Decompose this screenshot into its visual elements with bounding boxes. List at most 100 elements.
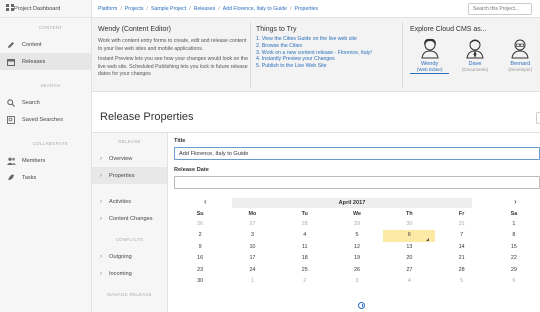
- pencil-icon: [6, 41, 16, 49]
- sidebar-item-content[interactable]: Content: [0, 36, 91, 53]
- conflicts-section-header: CONFLICTS: [115, 237, 144, 242]
- calendar-day[interactable]: 28: [435, 265, 487, 276]
- breadcrumb-releases[interactable]: Releases: [194, 6, 216, 12]
- avatar: [419, 37, 441, 59]
- calendar-day[interactable]: 9: [174, 242, 226, 253]
- breadcrumb-separator: /: [146, 5, 148, 12]
- persona-role: (Web Editor): [416, 67, 443, 72]
- persona-description-text: Work with content entry forms to create,…: [98, 38, 247, 52]
- calendar-day[interactable]: 4: [279, 230, 331, 241]
- calendar-day[interactable]: 1: [488, 219, 540, 230]
- breadcrumb-properties[interactable]: Properties: [294, 6, 318, 12]
- subnav-item-incoming[interactable]: › Incoming: [92, 265, 167, 282]
- sidebar-item-members[interactable]: Members: [0, 152, 91, 169]
- calendar-day[interactable]: 14: [435, 242, 487, 253]
- calendar-day[interactable]: 27: [226, 219, 278, 230]
- persona-description: Wendy (Content Editor) Work with content…: [98, 18, 248, 92]
- calendar-day[interactable]: 18: [279, 253, 331, 264]
- calendar-day[interactable]: 24: [226, 265, 278, 276]
- sidebar-item-tasks[interactable]: Tasks: [0, 169, 91, 186]
- calendar-day[interactable]: 5: [331, 230, 383, 241]
- chevron-right-icon: ›: [100, 198, 102, 205]
- subnav-item-activities[interactable]: › Activities: [92, 193, 167, 210]
- calendar-day[interactable]: 29: [331, 219, 383, 230]
- try-item-link[interactable]: 1. View the Cities Guide on the live web…: [256, 36, 396, 43]
- calendar-day[interactable]: 23: [174, 265, 226, 276]
- calendar-day[interactable]: 26: [331, 265, 383, 276]
- subnav-item-label: Outgoing: [109, 253, 132, 260]
- calendar-day[interactable]: 8: [488, 230, 540, 241]
- calendar-grid: Su Mo Tu We Th Fr Sa 26 27 28 29 30 31 1 2 3 4 5 6 7 8 9 10 11 1…: [174, 209, 540, 287]
- calendar-day[interactable]: 21: [435, 253, 487, 264]
- persona-bernard[interactable]: Bernard (Developer): [501, 37, 540, 74]
- page-actions-button[interactable]: [536, 112, 540, 124]
- calendar-day[interactable]: 29: [488, 265, 540, 276]
- calendar-day[interactable]: 3: [226, 230, 278, 241]
- breadcrumb-platform[interactable]: Platform: [98, 6, 117, 12]
- calendar-day[interactable]: 2: [279, 276, 331, 287]
- subnav-item-properties[interactable]: › Properties: [92, 167, 167, 184]
- calendar-weekday: Fr: [458, 211, 465, 217]
- persona-title: Wendy (Content Editor): [98, 26, 172, 33]
- calendar-day[interactable]: 15: [488, 242, 540, 253]
- sidebar-item-saved-searches[interactable]: Saved Searches: [0, 111, 91, 128]
- calendar-day[interactable]: 1: [226, 276, 278, 287]
- try-item-link[interactable]: 3. Work on a new content release - Flore…: [256, 50, 396, 57]
- calendar-weekday: Tu: [301, 211, 308, 217]
- calendar-day[interactable]: 25: [279, 265, 331, 276]
- breadcrumb-sample-project[interactable]: Sample Project: [151, 6, 186, 12]
- calendar-day[interactable]: 12: [331, 242, 383, 253]
- calendar-month[interactable]: April 2017: [232, 198, 472, 208]
- project-dashboard-label: Project Dashboard: [14, 5, 61, 12]
- calendar-day[interactable]: 16: [174, 253, 226, 264]
- things-to-try-list: 1. View the Cities Guide on the live web…: [256, 36, 396, 70]
- sidebar-item-releases[interactable]: Releases: [0, 53, 91, 70]
- breadcrumb-release[interactable]: Add Florence, Italy to Guide: [223, 6, 287, 12]
- sidebar-item-label: Releases: [22, 58, 46, 65]
- calendar-day[interactable]: 31: [435, 219, 487, 230]
- calendar-day[interactable]: 28: [279, 219, 331, 230]
- title-input[interactable]: [174, 147, 540, 160]
- chevron-right-icon[interactable]: ›: [514, 197, 517, 206]
- persona-list: Wendy (Web Editor) Dave (Documents) Bern…: [410, 37, 540, 74]
- search-section-header: SEARCH: [40, 82, 61, 88]
- persona-dave[interactable]: Dave (Documents): [455, 37, 494, 74]
- calendar-day[interactable]: 22: [488, 253, 540, 264]
- subnav-item-outgoing[interactable]: › Outgoing: [92, 248, 167, 265]
- calendar-day[interactable]: 26: [174, 219, 226, 230]
- calendar-day[interactable]: 3: [331, 276, 383, 287]
- calendar-day[interactable]: 10: [226, 242, 278, 253]
- try-item-link[interactable]: 4. Instantly Preview your Changes: [256, 56, 396, 63]
- calendar-weekday: Mo: [248, 211, 257, 217]
- persona-wendy[interactable]: Wendy (Web Editor): [410, 37, 450, 74]
- release-date-input[interactable]: [174, 176, 540, 189]
- subnav-item-label: Content Changes: [109, 215, 153, 222]
- sidebar-item-search[interactable]: Search: [0, 94, 91, 111]
- content-section-header: CONTENT: [38, 24, 63, 30]
- try-item-link[interactable]: 5. Publish to the Live Web Site: [256, 63, 396, 70]
- subnav-item-content-changes[interactable]: › Content Changes: [92, 210, 167, 227]
- calendar-day[interactable]: 6: [488, 276, 540, 287]
- search-input[interactable]: [468, 3, 532, 15]
- subnav-item-overview[interactable]: › Overview: [92, 150, 167, 167]
- calendar-day[interactable]: 30: [174, 276, 226, 287]
- clock-icon[interactable]: [358, 302, 365, 309]
- subnav-item-label: Activities: [109, 198, 132, 205]
- calendar-day[interactable]: 19: [331, 253, 383, 264]
- project-dashboard-link[interactable]: Project Dashboard: [0, 0, 91, 18]
- calendar-day[interactable]: 30: [383, 219, 435, 230]
- calendar-day[interactable]: 5: [435, 276, 487, 287]
- calendar-day[interactable]: 20: [383, 253, 435, 264]
- breadcrumb-projects[interactable]: Projects: [125, 6, 144, 12]
- chevron-left-icon[interactable]: ‹: [204, 197, 207, 206]
- calendar-day[interactable]: 27: [383, 265, 435, 276]
- calendar-day[interactable]: 4: [383, 276, 435, 287]
- saved-search-icon: [6, 115, 16, 124]
- calendar-day[interactable]: 6: [383, 230, 436, 242]
- calendar-day[interactable]: 7: [435, 230, 487, 241]
- calendar-day[interactable]: 17: [226, 253, 278, 264]
- try-item-link[interactable]: 2. Browse the Cities: [256, 43, 396, 50]
- calendar-day[interactable]: 2: [174, 230, 226, 241]
- calendar-day[interactable]: 11: [279, 242, 331, 253]
- calendar-day[interactable]: 13: [383, 242, 435, 253]
